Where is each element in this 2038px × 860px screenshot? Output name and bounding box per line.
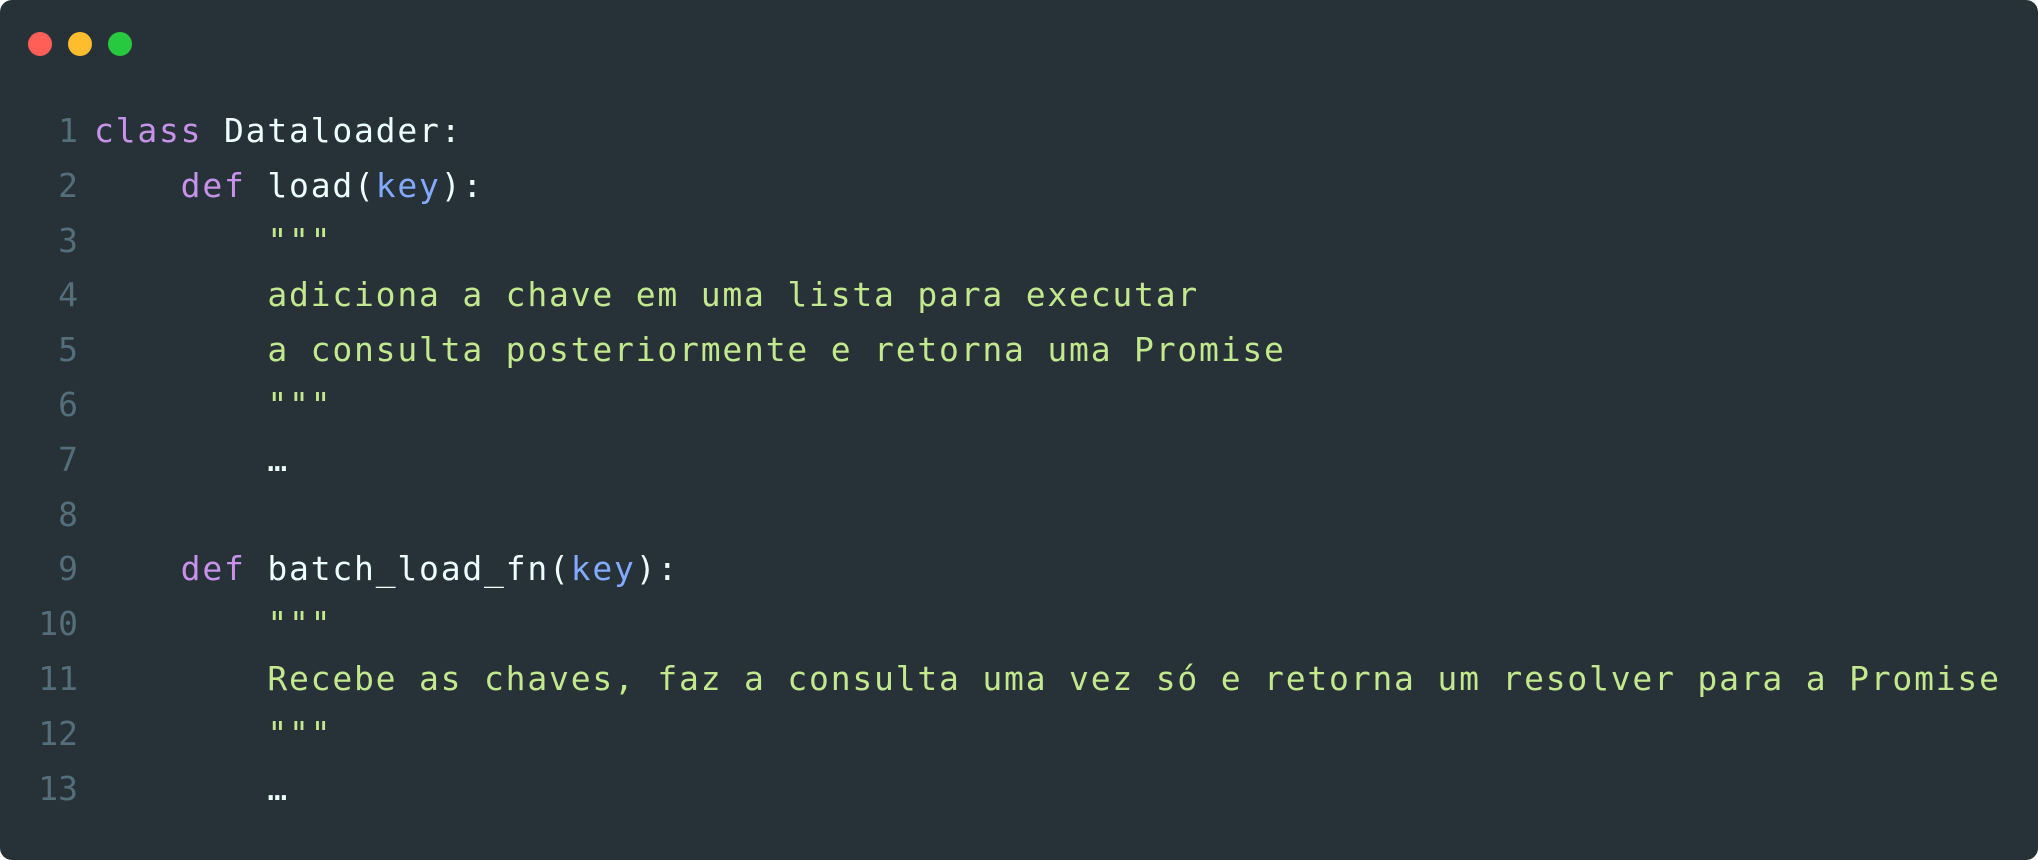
code-line: 11 Recebe as chaves, faz a consulta uma …: [0, 652, 2038, 707]
code-line: 12 """: [0, 707, 2038, 762]
line-content: …: [94, 762, 289, 817]
code-token: batch_load_fn(: [245, 549, 571, 589]
line-number: 7: [58, 439, 78, 479]
code-line: 6 """: [0, 378, 2038, 433]
window-titlebar: [0, 0, 2038, 80]
code-token: …: [94, 768, 290, 808]
code-line: 10 """: [0, 597, 2038, 652]
line-number: 2: [58, 165, 78, 205]
line-number: 12: [38, 713, 78, 753]
code-token: """: [94, 384, 333, 424]
line-content: Recebe as chaves, faz a consulta uma vez…: [94, 652, 2001, 707]
close-button[interactable]: [28, 32, 52, 56]
code-window: 1 class Dataloader: 2 def load(key): 3 """ 4…: [0, 0, 2038, 860]
code-editor: 1 class Dataloader: 2 def load(key): 3 """ 4…: [0, 104, 2038, 816]
code-line: 7 …: [0, 433, 2038, 488]
code-token: """: [94, 604, 333, 644]
code-line: 1 class Dataloader:: [0, 104, 2038, 159]
code-line: 4 adiciona a chave em uma lista para exe…: [0, 268, 2038, 323]
code-token: class: [94, 111, 203, 150]
code-token: Recebe as chaves, faz a consulta uma vez…: [94, 658, 2001, 698]
line-number: 4: [58, 275, 78, 315]
line-content: """: [94, 214, 332, 269]
code-token: def: [180, 165, 246, 205]
line-number: 11: [38, 658, 78, 698]
code-token: """: [94, 713, 333, 753]
line-number: 8: [58, 494, 78, 534]
line-content: a consulta posteriormente e retorna uma …: [94, 323, 1286, 378]
code-token: """: [94, 220, 333, 260]
code-token: def: [180, 549, 246, 589]
code-line: 5 a consulta posteriormente e retorna um…: [0, 323, 2038, 378]
line-content: """: [94, 378, 332, 433]
code-line: 8: [0, 488, 2038, 543]
code-token: ):: [635, 549, 680, 589]
line-content: class Dataloader:: [94, 104, 462, 159]
line-number: 13: [38, 768, 78, 808]
code-token: key: [375, 165, 441, 205]
line-number: 10: [38, 604, 78, 644]
line-content: """: [94, 597, 332, 652]
line-number: 6: [58, 384, 78, 424]
code-line: 3 """: [0, 214, 2038, 269]
line-number: 5: [58, 330, 78, 370]
minimize-button[interactable]: [68, 32, 92, 56]
maximize-button[interactable]: [108, 32, 132, 56]
code-line: 2 def load(key):: [0, 159, 2038, 214]
line-content: …: [94, 433, 289, 488]
code-line: 9 def batch_load_fn(key):: [0, 542, 2038, 597]
line-content: adiciona a chave em uma lista para execu…: [94, 268, 1199, 323]
line-content: def load(key):: [94, 159, 484, 214]
line-number: 1: [58, 111, 78, 150]
line-content: """: [94, 707, 332, 762]
code-token: ):: [440, 165, 485, 205]
code-token: adiciona a chave em uma lista para execu…: [94, 275, 1200, 315]
code-line: 13 …: [0, 762, 2038, 817]
code-token: Dataloader:: [202, 111, 463, 150]
line-content: def batch_load_fn(key):: [94, 542, 679, 597]
code-token: key: [570, 549, 636, 589]
code-token: …: [94, 439, 290, 479]
line-number: 9: [58, 549, 78, 589]
code-token: load(: [245, 165, 376, 205]
code-token: a consulta posteriormente e retorna uma …: [94, 330, 1286, 370]
line-number: 3: [58, 220, 78, 260]
